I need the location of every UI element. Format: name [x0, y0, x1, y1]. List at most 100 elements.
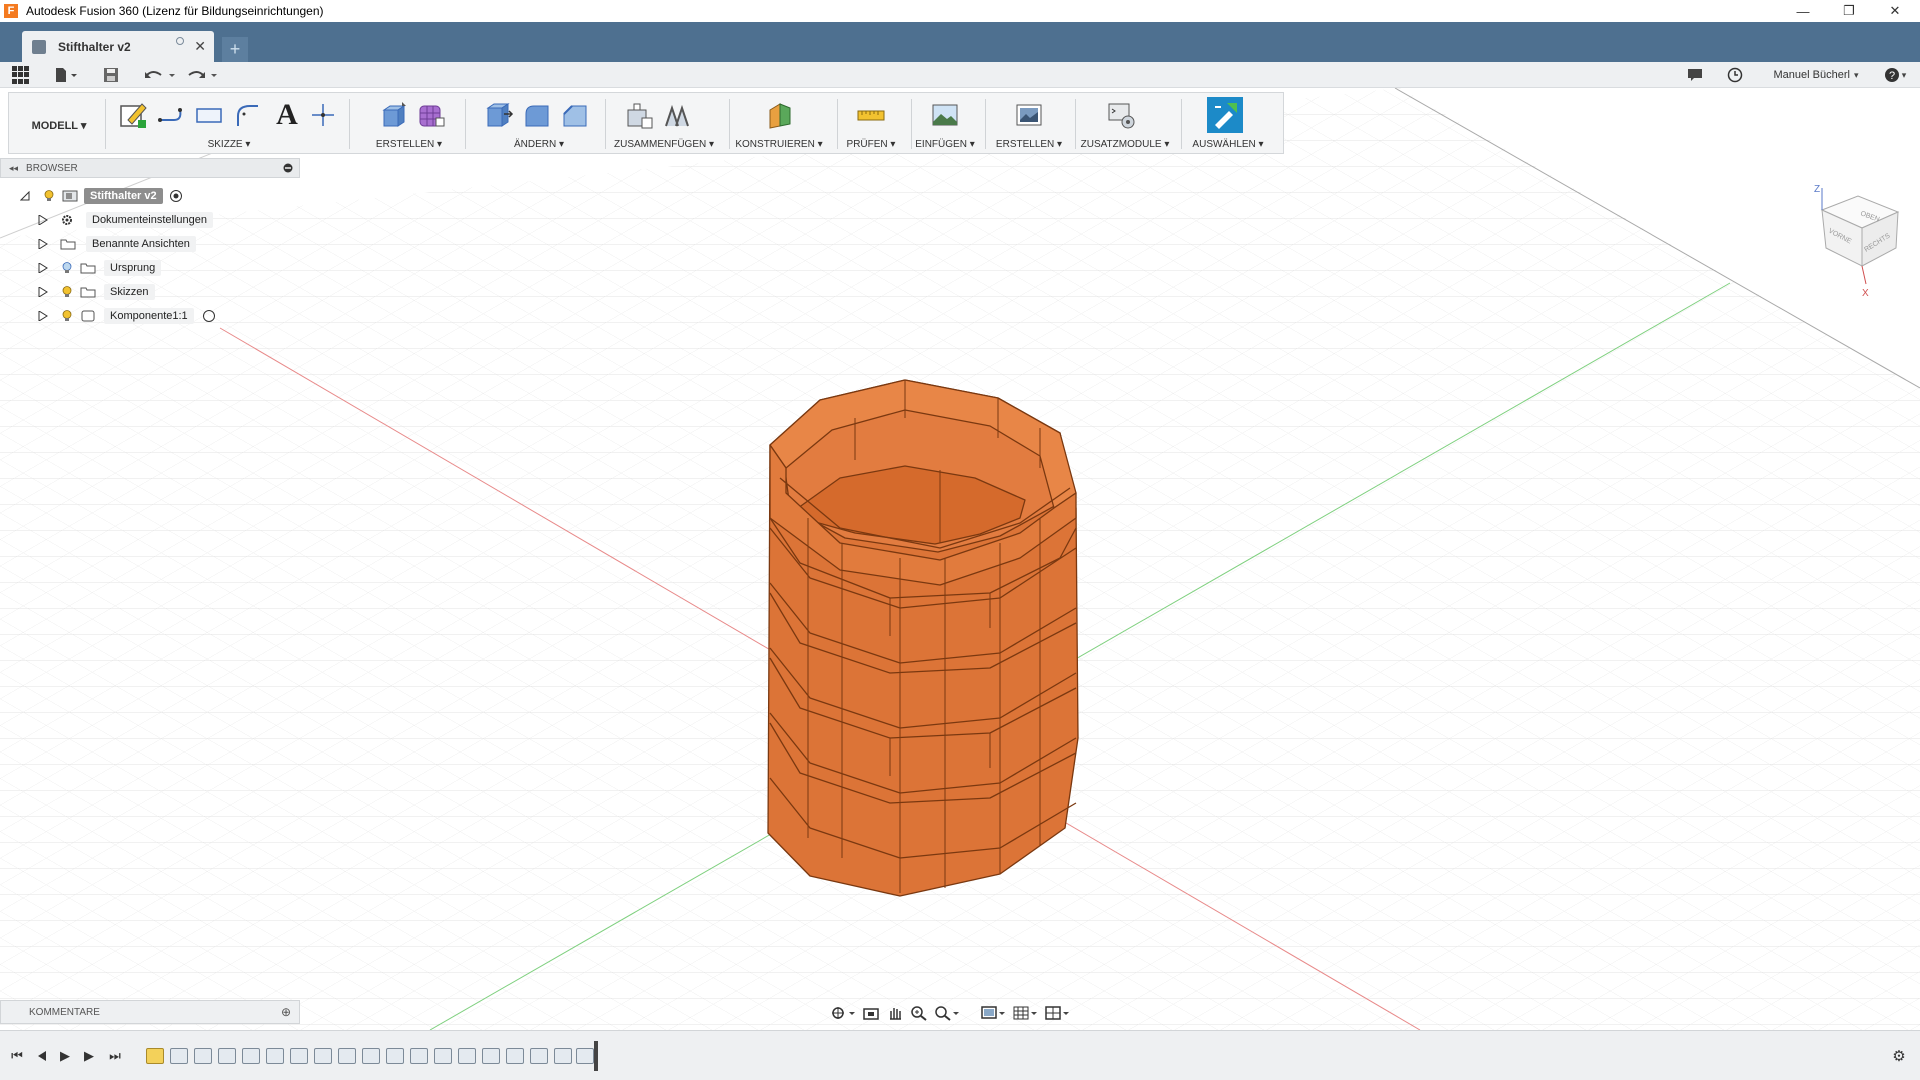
- lightbulb-icon[interactable]: [62, 310, 72, 322]
- browser-root-row[interactable]: Stifthalter v2: [20, 186, 183, 206]
- timeline-feature-extrude[interactable]: [482, 1048, 500, 1064]
- point-button[interactable]: [307, 99, 339, 131]
- browser-item-component[interactable]: Komponente1:1: [38, 306, 216, 326]
- job-status-button[interactable]: [1724, 65, 1746, 85]
- timeline-feature-sketch[interactable]: [576, 1048, 594, 1064]
- minus-circle-icon[interactable]: [283, 163, 293, 173]
- browser-item-label[interactable]: Komponente1:1: [104, 308, 194, 324]
- file-menu-button[interactable]: [50, 65, 82, 85]
- look-at-button[interactable]: [862, 1003, 880, 1023]
- timeline-feature-combine[interactable]: [554, 1048, 572, 1064]
- browser-item-named-views[interactable]: Benannte Ansichten: [38, 234, 196, 254]
- browser-item-sketches[interactable]: Skizzen: [38, 282, 155, 302]
- grid-settings-button[interactable]: [1012, 1003, 1038, 1023]
- timeline-feature-combine[interactable]: [338, 1048, 356, 1064]
- lightbulb-off-icon[interactable]: [62, 262, 72, 274]
- form-button[interactable]: [415, 99, 447, 131]
- extrude-button[interactable]: [377, 99, 409, 131]
- browser-item-origin[interactable]: Ursprung: [38, 258, 162, 278]
- collapsed-triangle-icon[interactable]: [38, 263, 48, 273]
- timeline-feature-move[interactable]: [290, 1048, 308, 1064]
- workspace-switcher[interactable]: MODELL ▾: [19, 113, 99, 137]
- timeline-feature-extrude[interactable]: [170, 1048, 188, 1064]
- save-button[interactable]: [100, 65, 122, 85]
- expanded-triangle-icon[interactable]: [20, 191, 30, 201]
- joint-button[interactable]: [661, 99, 693, 131]
- document-tab[interactable]: Stifthalter v2 ✕: [22, 31, 214, 62]
- new-component-button[interactable]: [623, 99, 655, 131]
- canvas-viewport[interactable]: OBEN VORNE RECHTS Z X: [0, 88, 1920, 1030]
- new-tab-button[interactable]: +: [222, 37, 248, 62]
- lightbulb-icon[interactable]: [62, 286, 72, 298]
- help-button[interactable]: ? ▾: [1880, 65, 1910, 85]
- model-canvas[interactable]: OBEN VORNE RECHTS Z X: [0, 88, 1920, 1030]
- collapsed-triangle-icon[interactable]: [38, 287, 48, 297]
- timeline-next-button[interactable]: ▶: [80, 1047, 98, 1065]
- close-tab-button[interactable]: ✕: [194, 38, 206, 55]
- chamfer-button[interactable]: [559, 99, 591, 131]
- pen-holder-model[interactable]: [767, 379, 1079, 897]
- timeline-feature-fillet[interactable]: [242, 1048, 260, 1064]
- select-button[interactable]: [1207, 97, 1243, 133]
- collapsed-triangle-icon[interactable]: [38, 215, 48, 225]
- redo-button[interactable]: [184, 65, 220, 85]
- scripts-addins-button[interactable]: [1105, 99, 1137, 131]
- timeline-feature-extrude[interactable]: [194, 1048, 212, 1064]
- timeline-marker[interactable]: [594, 1041, 598, 1071]
- user-menu-button[interactable]: Manuel Bücherl ▾: [1770, 65, 1862, 85]
- insert-menu[interactable]: EINFÜGEN ▾: [913, 139, 977, 150]
- create-menu[interactable]: ERSTELLEN ▾: [369, 139, 449, 150]
- create-sketch-button[interactable]: [117, 99, 149, 131]
- collapse-panel-icon[interactable]: ◂◂: [9, 163, 18, 174]
- browser-item-label[interactable]: Benannte Ansichten: [86, 236, 196, 252]
- timeline-last-button[interactable]: ⏭: [106, 1047, 124, 1065]
- active-radio-icon[interactable]: [169, 189, 183, 203]
- fillet-button[interactable]: [521, 99, 553, 131]
- timeline-feature-extrude[interactable]: [314, 1048, 332, 1064]
- timeline-feature-pattern[interactable]: [266, 1048, 284, 1064]
- addins-menu[interactable]: ZUSATZMODULE ▾: [1077, 139, 1173, 150]
- restore-button[interactable]: ❐: [1826, 0, 1872, 22]
- timeline-feature-fillet[interactable]: [218, 1048, 236, 1064]
- data-panel-button[interactable]: [10, 65, 32, 85]
- browser-item-label[interactable]: Ursprung: [104, 260, 162, 276]
- make-menu[interactable]: ERSTELLEN ▾: [991, 139, 1067, 150]
- modify-menu[interactable]: ÄNDERN ▾: [499, 139, 579, 150]
- inspect-menu[interactable]: PRÜFEN ▾: [839, 139, 903, 150]
- assemble-menu[interactable]: ZUSAMMENFÜGEN ▾: [609, 139, 719, 150]
- timeline-feature-move[interactable]: [434, 1048, 452, 1064]
- browser-panel-header[interactable]: ◂◂ BROWSER: [0, 158, 300, 178]
- timeline-feature-move[interactable]: [386, 1048, 404, 1064]
- timeline-feature-pattern[interactable]: [410, 1048, 428, 1064]
- timeline-play-button[interactable]: ▶: [56, 1047, 74, 1065]
- timeline-settings-button[interactable]: ⚙: [1890, 1047, 1908, 1065]
- timeline-first-button[interactable]: ⏮: [8, 1047, 26, 1065]
- lightbulb-icon[interactable]: [44, 190, 54, 202]
- minimize-button[interactable]: —: [1780, 0, 1826, 22]
- fit-button[interactable]: [934, 1003, 960, 1023]
- timeline-previous-button[interactable]: [32, 1047, 50, 1065]
- browser-item-label[interactable]: Skizzen: [104, 284, 155, 300]
- add-comment-icon[interactable]: ⊕: [281, 1005, 291, 1019]
- display-settings-button[interactable]: [980, 1003, 1006, 1023]
- insert-canvas-button[interactable]: [929, 99, 961, 131]
- text-button[interactable]: A: [271, 98, 303, 131]
- activate-radio-icon[interactable]: [202, 309, 216, 323]
- sketch-menu[interactable]: SKIZZE ▾: [199, 139, 259, 150]
- browser-item-label[interactable]: Stifthalter v2: [84, 188, 163, 204]
- collapsed-triangle-icon[interactable]: [38, 239, 48, 249]
- browser-item-document-settings[interactable]: Dokumenteinstellungen: [38, 210, 213, 230]
- measure-button[interactable]: [855, 99, 887, 131]
- timeline-feature-fillet[interactable]: [530, 1048, 548, 1064]
- browser-item-label[interactable]: Dokumenteinstellungen: [86, 212, 213, 228]
- collapsed-triangle-icon[interactable]: [38, 311, 48, 321]
- zoom-button[interactable]: [910, 1003, 928, 1023]
- timeline-feature-fillet[interactable]: [506, 1048, 524, 1064]
- render-button[interactable]: [1013, 99, 1045, 131]
- select-menu[interactable]: AUSWÄHLEN ▾: [1187, 139, 1269, 150]
- timeline-feature-extrude[interactable]: [458, 1048, 476, 1064]
- rectangle-button[interactable]: [193, 99, 225, 131]
- pan-button[interactable]: [886, 1003, 904, 1023]
- viewports-button[interactable]: [1044, 1003, 1070, 1023]
- notifications-button[interactable]: [1684, 65, 1706, 85]
